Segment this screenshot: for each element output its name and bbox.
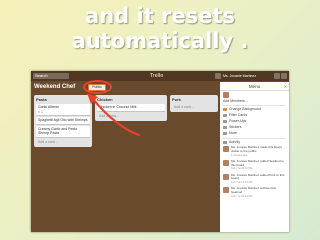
power-ups-icon [223, 119, 227, 123]
sticker-icon [223, 125, 227, 129]
activity-time[interactable]: Feb 7 at 12:13 PM [231, 181, 287, 184]
menu-title: Menu [248, 84, 261, 89]
caption-line-1: and it resets [85, 4, 235, 28]
notifications-icon[interactable] [281, 73, 287, 79]
side-menu: Menu ✕ Add Members... Change Background … [220, 82, 289, 232]
list-pork: Pork Add a card... [170, 95, 218, 112]
activity-item: Ms. Jovanie Martinez added Pork to this … [220, 173, 289, 187]
menu-item-label: Filter Cards [229, 113, 248, 117]
top-bar: Search Trello Ms. Jovanie Martinez [31, 71, 289, 81]
trello-screenshot: Search Trello Ms. Jovanie Martinez Weeke… [31, 71, 289, 232]
list-title[interactable]: Pork [172, 97, 216, 102]
user-name[interactable]: Ms. Jovanie Martinez [223, 73, 273, 79]
more-icon [223, 131, 227, 135]
menu-item-label: Stickers [229, 125, 242, 129]
add-card-link[interactable]: Add a card... [172, 104, 216, 110]
add-members-link[interactable]: Add Members... [223, 99, 248, 103]
activity-item: Ms. Jovanie Martinez added Seafood to th… [220, 159, 289, 173]
square-orange-icon [223, 107, 227, 111]
avatar[interactable] [223, 187, 229, 194]
close-icon[interactable]: ✕ [284, 82, 287, 91]
card[interactable]: Garlic Alfredo ≡ 1 [36, 104, 90, 115]
caption-line-2: automatically . [71, 29, 249, 53]
card[interactable]: Creamy Garlic and Pesto Shrimp Pasta [36, 125, 90, 137]
activity-title: Activity [229, 140, 241, 144]
slide-caption: and it resets automatically . [0, 4, 320, 54]
members-section: Add Members... [220, 91, 289, 105]
activity-item: Ms. Jovanie Martinez archived list Seafo… [220, 186, 289, 200]
activity-time[interactable]: 5 minutes ago [231, 154, 287, 157]
card-title: Spaghetti Agli Olio with Shrimps [38, 118, 88, 122]
menu-item-label: More [229, 131, 237, 135]
activity-text: Ms. Jovanie Martinez made this board vis… [231, 145, 282, 153]
avatar[interactable] [223, 159, 229, 166]
activity-icon [223, 140, 227, 144]
activity-time[interactable]: Feb 7 at 12:13 PM [231, 195, 287, 198]
activity-text: Ms. Jovanie Martinez archived list Seafo… [231, 186, 277, 195]
card[interactable]: Spaghetti Agli Olio with Shrimps [36, 117, 90, 124]
menu-header: Menu ✕ [220, 82, 289, 91]
card-title: Creamy Garlic and Pesto Shrimp Pasta [38, 126, 78, 136]
info-icon[interactable] [274, 73, 280, 79]
avatar[interactable] [223, 173, 229, 180]
avatar[interactable] [223, 92, 229, 98]
menu-item-label: Change Background [229, 107, 261, 111]
filter-icon [223, 113, 227, 117]
search-box[interactable]: Search [33, 73, 69, 79]
activity-item: Ms. Jovanie Martinez made this board vis… [220, 145, 289, 159]
trello-logo[interactable]: Trello [150, 72, 163, 80]
board-title[interactable]: Weekend Chef [34, 84, 75, 90]
list-title[interactable]: Pasta [36, 97, 90, 102]
menu-item-label: Power-Ups [229, 119, 247, 123]
add-icon[interactable] [215, 73, 221, 79]
activity-time[interactable]: Feb 7 at 12:13 PM [231, 167, 287, 170]
menu-item-more[interactable]: More [220, 130, 289, 136]
add-card-link[interactable]: Add a card... [36, 139, 90, 145]
card-badge: ≡ 1 [38, 109, 43, 114]
avatar[interactable] [223, 146, 229, 152]
card-title: Garlic Alfredo [38, 105, 60, 109]
annotation-arrow [87, 93, 141, 137]
